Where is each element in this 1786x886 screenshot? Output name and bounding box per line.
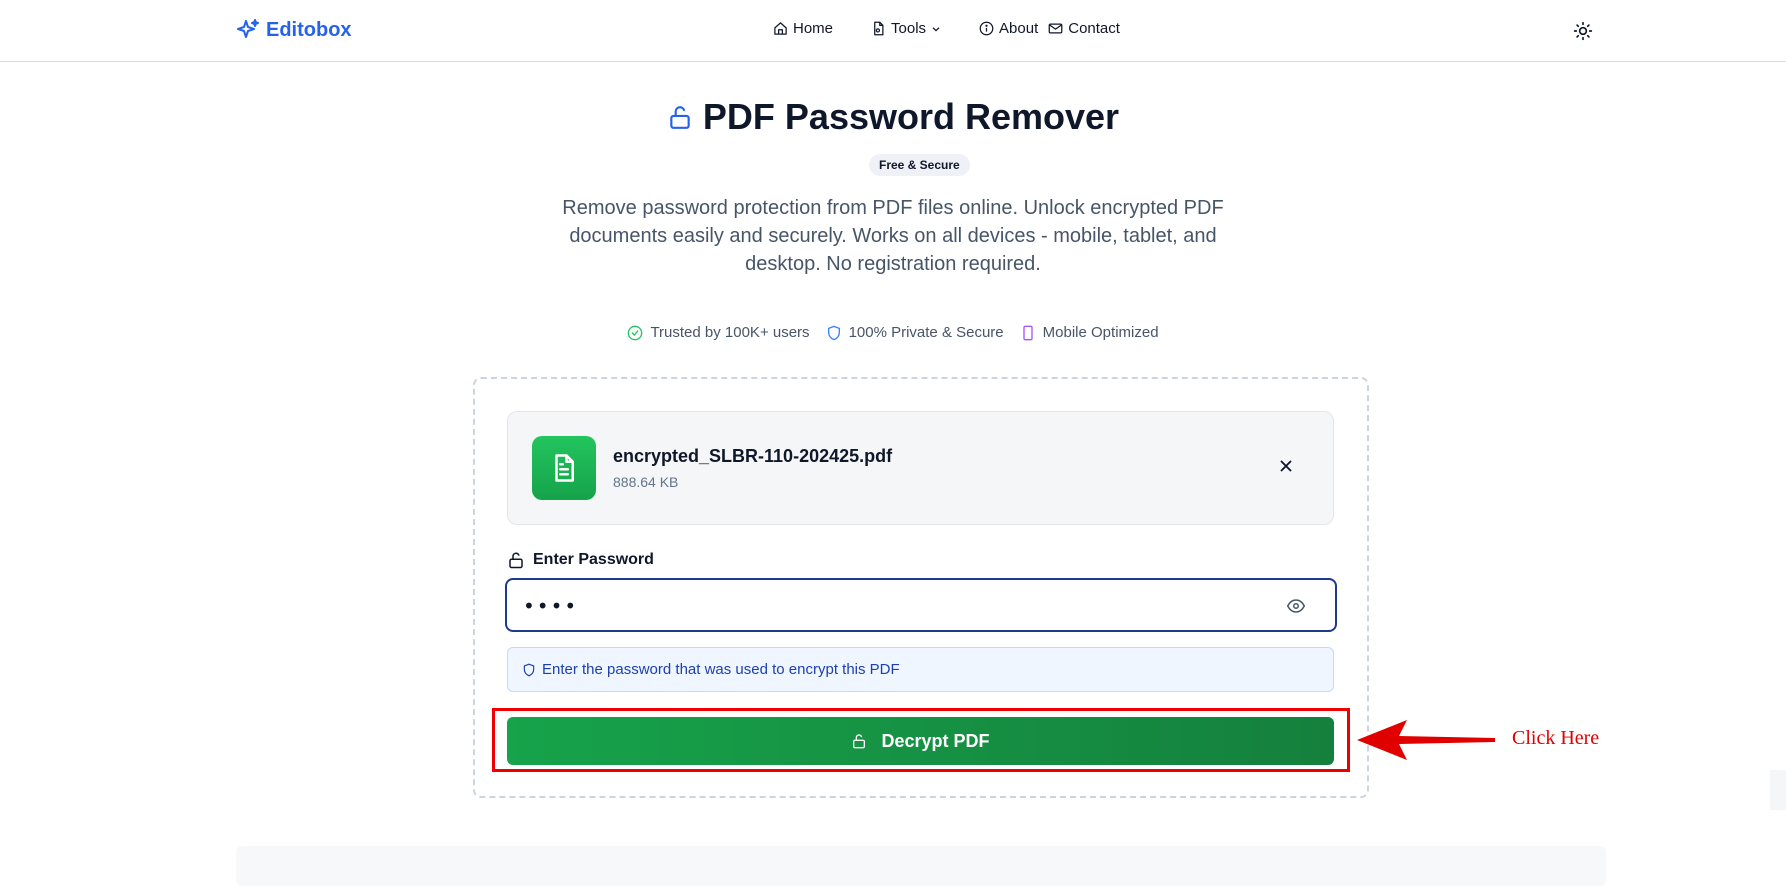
password-hint: Enter the password that was used to encr… <box>507 647 1334 692</box>
nav-contact[interactable]: Contact <box>1048 20 1120 37</box>
annotation-arrow-icon <box>1357 720 1495 760</box>
check-circle-icon <box>628 325 643 340</box>
trust-item-private: 100% Private & Secure <box>826 324 1004 341</box>
file-text-icon <box>555 454 574 482</box>
unlock-icon <box>670 106 690 129</box>
password-field-wrapper <box>505 578 1337 632</box>
top-navbar: Editobox Home Tools About Contact <box>0 0 1786 62</box>
file-size: 888.64 KB <box>613 474 679 490</box>
trust-private-label: 100% Private & Secure <box>848 324 1004 341</box>
trust-mobile-label: Mobile Optimized <box>1042 324 1159 341</box>
footer-section <box>236 846 1606 886</box>
info-icon <box>979 21 994 36</box>
nav-home-label: Home <box>793 20 834 37</box>
nav-tools-label: Tools <box>891 20 927 37</box>
brand-logo[interactable]: Editobox <box>236 18 352 42</box>
nav-contact-label: Contact <box>1068 20 1120 37</box>
brand-name: Editobox <box>266 18 352 41</box>
nav-about-label: About <box>999 20 1039 37</box>
close-icon[interactable] <box>1277 457 1295 475</box>
home-icon <box>774 22 787 35</box>
sparkle-icon <box>237 19 259 38</box>
file-tools-icon <box>874 21 884 36</box>
shield-icon <box>827 325 840 340</box>
main-nav: Home Tools About Contact <box>773 20 1120 37</box>
page-title: PDF Password Remover <box>702 96 1120 137</box>
scrollbar-track[interactable] <box>1770 770 1786 810</box>
smartphone-icon <box>1022 325 1033 340</box>
annotation-click-here: Click Here <box>1512 727 1600 749</box>
password-label: Enter Password <box>507 551 654 569</box>
trust-indicators: Trusted by 100K+ users 100% Private & Se… <box>0 324 1786 341</box>
shield-icon <box>523 663 535 676</box>
password-label-text: Enter Password <box>533 551 654 568</box>
free-secure-badge: Free & Secure <box>869 154 970 176</box>
page-description: Remove password protection from PDF file… <box>562 197 1224 275</box>
unlock-icon <box>509 552 523 569</box>
unlock-icon <box>853 734 866 749</box>
nav-tools[interactable]: Tools <box>871 20 941 37</box>
selected-file-card: encrypted_SLBR-110-202425.pdf 888.64 KB <box>507 411 1334 525</box>
trust-item-users: Trusted by 100K+ users <box>627 324 810 341</box>
nav-about[interactable]: About <box>979 20 1038 37</box>
eye-icon[interactable] <box>1287 597 1305 615</box>
sun-icon[interactable] <box>1573 21 1593 41</box>
password-input[interactable] <box>521 592 1285 620</box>
pdf-file-badge <box>532 436 596 500</box>
decrypt-pdf-button[interactable]: Decrypt PDF <box>507 717 1334 765</box>
file-name: encrypted_SLBR-110-202425.pdf <box>613 446 893 466</box>
trust-users-label: Trusted by 100K+ users <box>650 324 810 341</box>
trust-item-mobile: Mobile Optimized <box>1020 324 1159 341</box>
nav-home[interactable]: Home <box>773 20 833 37</box>
chevron-down-icon <box>932 26 940 32</box>
password-hint-text: Enter the password that was used to encr… <box>542 661 900 678</box>
mail-icon <box>1048 23 1063 34</box>
title-row: PDF Password Remover <box>0 96 1786 138</box>
decrypt-pdf-label: Decrypt PDF <box>881 730 990 751</box>
